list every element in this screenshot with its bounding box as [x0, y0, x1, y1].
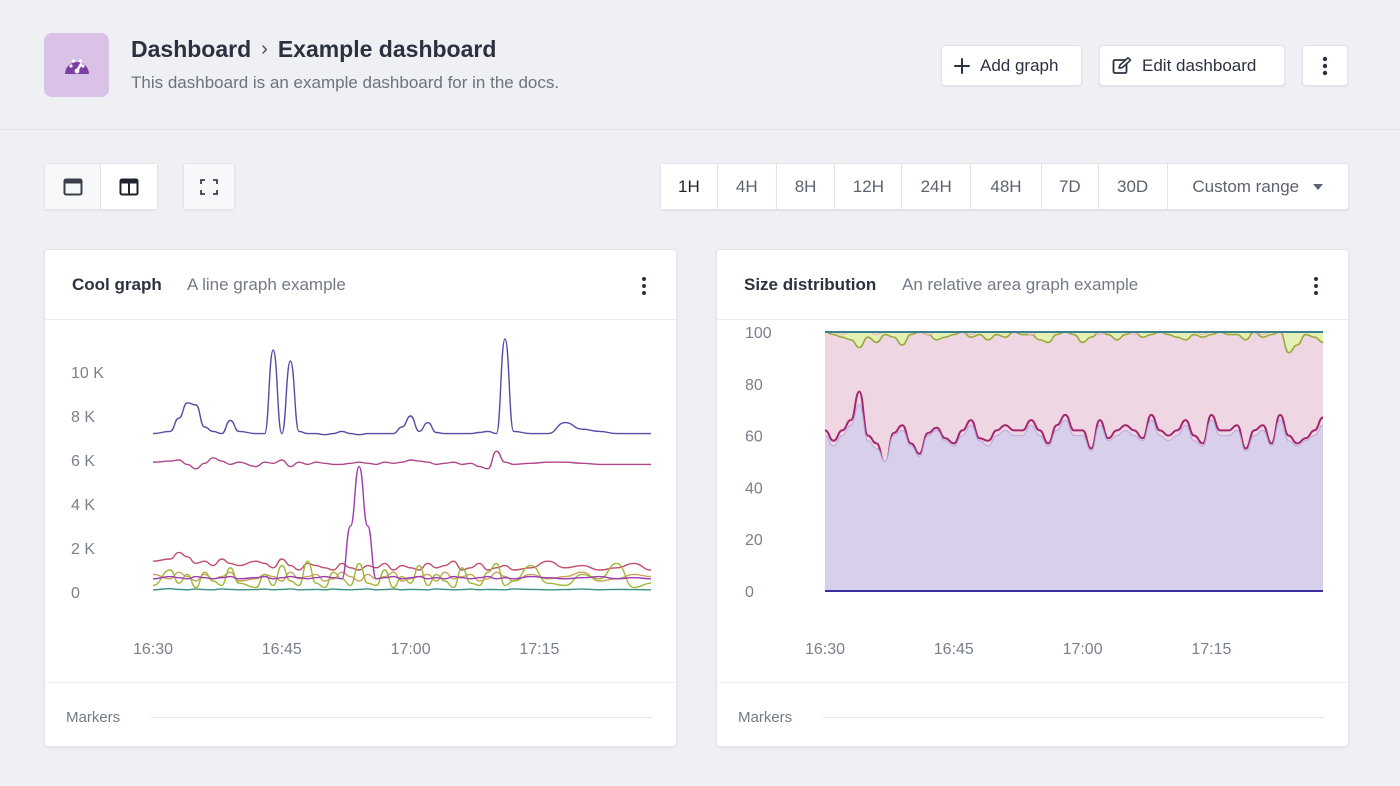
- range-7d-button[interactable]: 7D: [1042, 164, 1099, 209]
- y-tick-label: 0: [71, 585, 80, 602]
- edit-icon: [1112, 56, 1132, 75]
- range-8h-button[interactable]: 8H: [777, 164, 836, 209]
- x-tick-label: 16:45: [262, 641, 302, 658]
- line-chart: 0 2 K 4 K 6 K 8 K 10 K 16:30 16:45 17:00 17:15: [71, 338, 652, 658]
- custom-range-dropdown[interactable]: Custom range: [1168, 164, 1348, 209]
- y-tick-label: 80: [745, 377, 763, 394]
- panel-title: Cool graph: [72, 275, 162, 294]
- custom-range-label: Custom range: [1192, 176, 1300, 196]
- two-column-layout-button[interactable]: [101, 164, 157, 209]
- cool-graph-panel: Cool graph A line graph example 0 2 K 4 K 6…: [44, 249, 677, 747]
- y-tick-label: 20: [745, 532, 763, 549]
- panel-header: Cool graph A line graph example: [45, 250, 676, 320]
- caret-down-icon: [1313, 183, 1324, 190]
- panel-description: A line graph example: [187, 275, 346, 294]
- breadcrumb-root[interactable]: Dashboard: [131, 36, 251, 63]
- range-48h-button[interactable]: 48H: [971, 164, 1042, 209]
- markers-track: [151, 717, 652, 718]
- add-graph-label: Add graph: [980, 55, 1059, 75]
- more-actions-button[interactable]: [1302, 45, 1348, 86]
- line-series: [152, 450, 651, 470]
- page-header: Dashboard › Example dashboard This dashb…: [0, 0, 1400, 130]
- dashboard-logo: [44, 33, 109, 97]
- single-column-layout-icon: [63, 178, 82, 195]
- dashboard-gauge-icon: [64, 59, 89, 74]
- y-tick-label: 6 K: [71, 453, 95, 470]
- panel-header: Size distribution An relative area graph…: [717, 250, 1348, 320]
- line-series: [152, 587, 652, 591]
- size-distribution-panel: Size distribution An relative area graph…: [716, 249, 1349, 747]
- panel-title: Size distribution: [744, 275, 877, 294]
- panel-description: An relative area graph example: [902, 275, 1139, 294]
- line-series: [152, 338, 652, 436]
- y-tick-label: 4 K: [71, 497, 95, 514]
- range-24h-button[interactable]: 24H: [902, 164, 972, 209]
- panel-footer: Markers: [45, 682, 676, 748]
- y-tick-label: 10 K: [71, 365, 104, 382]
- x-tick-label: 17:15: [1191, 641, 1231, 658]
- y-tick-label: 40: [745, 480, 763, 497]
- markers-label: Markers: [738, 709, 793, 726]
- range-4h-button[interactable]: 4H: [718, 164, 777, 209]
- panel-more-icon[interactable]: [1314, 277, 1318, 295]
- range-1h-button[interactable]: 1H: [661, 164, 718, 209]
- more-vertical-icon: [1322, 56, 1328, 76]
- two-column-layout-icon: [119, 178, 139, 195]
- range-12h-button[interactable]: 12H: [835, 164, 903, 209]
- fullscreen-toggle: [183, 163, 235, 210]
- plus-icon: [954, 57, 970, 74]
- edit-dashboard-label: Edit dashboard: [1142, 55, 1257, 75]
- range-30d-button[interactable]: 30D: [1099, 164, 1168, 209]
- fullscreen-icon: [200, 178, 218, 195]
- panel-more-icon[interactable]: [642, 277, 646, 295]
- breadcrumb: Dashboard › Example dashboard: [131, 36, 496, 63]
- single-column-layout-button[interactable]: [45, 164, 102, 209]
- panel-footer: Markers: [717, 682, 1348, 748]
- line-series: [152, 551, 652, 571]
- page-title: Example dashboard: [277, 36, 497, 62]
- time-range-selector: 1H 4H 8H 12H 24H 48H 7D 30D Custom range: [660, 163, 1349, 210]
- markers-track: [823, 717, 1324, 718]
- edit-dashboard-button[interactable]: Edit dashboard: [1099, 45, 1285, 86]
- x-tick-label: 16:30: [805, 641, 845, 658]
- y-tick-label: 8 K: [71, 409, 95, 426]
- page-description: This dashboard is an example dashboard f…: [131, 73, 560, 92]
- x-tick-label: 17:00: [391, 641, 431, 658]
- area-chart: 0 20 40 60 80 100 16:30 16:45 17:00 17:15: [745, 325, 1324, 658]
- y-tick-label: 0: [745, 584, 754, 601]
- add-graph-button[interactable]: Add graph: [941, 45, 1082, 86]
- x-tick-label: 17:15: [519, 641, 559, 658]
- y-tick-label: 2 K: [71, 541, 95, 558]
- layout-toggle: [44, 163, 158, 210]
- y-tick-label: 60: [745, 429, 763, 446]
- x-tick-label: 16:30: [133, 641, 173, 658]
- fullscreen-button[interactable]: [184, 164, 234, 209]
- markers-label: Markers: [66, 709, 121, 726]
- x-tick-label: 17:00: [1063, 641, 1103, 658]
- breadcrumb-chevron-icon: ›: [261, 38, 268, 60]
- x-tick-label: 16:45: [934, 641, 974, 658]
- y-tick-label: 100: [745, 325, 772, 342]
